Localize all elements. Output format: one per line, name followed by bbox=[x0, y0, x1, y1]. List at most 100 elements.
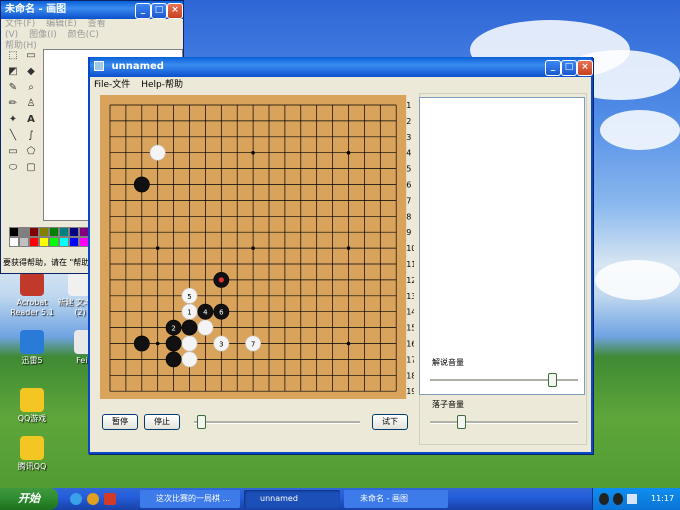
black-stone bbox=[181, 319, 198, 336]
tray-qq-icon[interactable] bbox=[599, 493, 609, 505]
maximize-button[interactable]: □ bbox=[151, 3, 167, 19]
quicklaunch-adobe-icon[interactable] bbox=[104, 493, 116, 505]
system-tray: 11:17 bbox=[592, 488, 680, 510]
menu-file[interactable]: File-文件 bbox=[94, 80, 130, 90]
app-titlebar[interactable]: unnamed _ □ × bbox=[90, 57, 593, 77]
desktop-icon-image bbox=[20, 436, 44, 460]
star-point bbox=[155, 341, 160, 346]
row-label: 2 bbox=[406, 117, 411, 126]
airbrush-icon[interactable]: ✦ bbox=[5, 113, 21, 127]
palette-swatch[interactable] bbox=[49, 227, 59, 237]
menu-help[interactable]: Help-帮助 bbox=[141, 80, 183, 90]
palette-swatch[interactable] bbox=[59, 227, 69, 237]
close-button[interactable]: × bbox=[577, 60, 593, 76]
rounded-rect-icon[interactable]: ▢ bbox=[23, 161, 39, 175]
clock: 11:17 bbox=[651, 494, 675, 503]
commentary-box[interactable] bbox=[419, 97, 585, 395]
row-label: 14 bbox=[406, 308, 414, 317]
stone-number: 3 bbox=[219, 341, 223, 349]
stop-button[interactable]: 停止 bbox=[144, 414, 180, 430]
desktop-icon-label: QQ游戏 bbox=[17, 414, 47, 423]
stone-number: 5 bbox=[187, 293, 191, 301]
rect-select-icon[interactable]: ▭ bbox=[23, 49, 39, 63]
palette-swatch[interactable] bbox=[59, 237, 69, 247]
menu-image[interactable]: 图像(I) bbox=[29, 30, 57, 40]
desktop-icon-label: 腾讯QQ bbox=[17, 462, 47, 471]
stone-volume-slider[interactable] bbox=[456, 415, 466, 429]
desktop-icon-image bbox=[20, 330, 44, 354]
rectangle-icon[interactable]: ▭ bbox=[5, 145, 21, 159]
go-app-window[interactable]: unnamed _ □ × File-文件 Help-帮助 1234567891… bbox=[88, 57, 593, 454]
start-button[interactable]: 开始 bbox=[0, 488, 58, 510]
minimize-button[interactable]: _ bbox=[135, 3, 151, 19]
line-icon[interactable]: ╲ bbox=[5, 129, 21, 143]
last-move-marker bbox=[218, 277, 224, 283]
palette-swatch[interactable] bbox=[9, 237, 19, 247]
minimize-button[interactable]: _ bbox=[545, 60, 561, 76]
palette-swatch[interactable] bbox=[9, 227, 19, 237]
text-icon[interactable]: A bbox=[23, 113, 39, 127]
black-stone bbox=[165, 351, 182, 368]
comment-volume-slider[interactable] bbox=[548, 373, 558, 387]
progress-slider[interactable] bbox=[197, 415, 207, 429]
tray-network-icon[interactable] bbox=[627, 494, 637, 504]
paint-toolbox: ⬚ ▭ ◩ ◆ ✎ ⌕ ✏ ♙ ✦ A ╲ ∫ ▭ ⬠ ⬭ ▢ bbox=[5, 49, 39, 219]
ellipse-icon[interactable]: ⬭ bbox=[5, 161, 21, 175]
pencil-icon[interactable]: ✏ bbox=[5, 97, 21, 111]
task-unnamed[interactable]: unnamed bbox=[244, 490, 340, 508]
row-label: 15 bbox=[406, 324, 414, 333]
fill-icon[interactable]: ◆ bbox=[23, 65, 39, 79]
row-label: 19 bbox=[406, 387, 414, 396]
palette-swatch[interactable] bbox=[39, 227, 49, 237]
tray-qq-icon[interactable] bbox=[613, 493, 623, 505]
palette-swatch[interactable] bbox=[49, 237, 59, 247]
polygon-icon[interactable]: ⬠ bbox=[23, 145, 39, 159]
free-select-icon[interactable]: ⬚ bbox=[5, 49, 21, 63]
desktop-icon[interactable]: 腾讯QQ bbox=[4, 436, 60, 472]
star-point bbox=[251, 150, 255, 155]
desktop-icon[interactable]: 迅雷5 bbox=[4, 330, 60, 366]
row-label: 6 bbox=[406, 181, 411, 190]
curve-icon[interactable]: ∫ bbox=[23, 129, 39, 143]
white-stone bbox=[181, 351, 198, 368]
paint-titlebar[interactable]: 未命名 - 画图 _ □ × bbox=[1, 1, 183, 19]
row-label: 4 bbox=[406, 149, 411, 158]
palette-swatch[interactable] bbox=[69, 237, 79, 247]
try-button[interactable]: 试下 bbox=[372, 414, 408, 430]
row-label: 10 bbox=[406, 244, 414, 253]
menu-colors[interactable]: 颜色(C) bbox=[68, 30, 99, 40]
magnifier-icon[interactable]: ⌕ bbox=[23, 81, 39, 95]
star-point bbox=[346, 341, 351, 346]
quicklaunch-media-icon[interactable] bbox=[87, 493, 99, 505]
stone-number: 4 bbox=[203, 309, 208, 317]
picker-icon[interactable]: ✎ bbox=[5, 81, 21, 95]
progress-track bbox=[194, 421, 360, 424]
cloud bbox=[600, 110, 680, 150]
quicklaunch-ie-icon[interactable] bbox=[70, 493, 82, 505]
task-browser[interactable]: 这次比赛的一局棋 ... bbox=[140, 490, 240, 508]
menu-edit[interactable]: 编辑(E) bbox=[46, 19, 77, 29]
black-stone bbox=[133, 335, 150, 352]
task-paint[interactable]: 未命名 - 画图 bbox=[344, 490, 448, 508]
go-board[interactable]: 12345678910111213141516171819ABCDEFGHJKL… bbox=[100, 95, 414, 399]
palette-swatch[interactable] bbox=[19, 227, 29, 237]
palette-swatch[interactable] bbox=[69, 227, 79, 237]
maximize-button[interactable]: □ bbox=[561, 60, 577, 76]
row-label: 16 bbox=[406, 340, 414, 349]
palette-swatch[interactable] bbox=[19, 237, 29, 247]
palette-swatch[interactable] bbox=[29, 227, 39, 237]
row-label: 9 bbox=[406, 228, 411, 237]
eraser-icon[interactable]: ◩ bbox=[5, 65, 21, 79]
close-button[interactable]: × bbox=[167, 3, 183, 19]
app-title: unnamed bbox=[111, 61, 164, 72]
star-point bbox=[346, 246, 351, 250]
brush-icon[interactable]: ♙ bbox=[23, 97, 39, 111]
start-label: 开始 bbox=[18, 492, 40, 505]
palette-swatch[interactable] bbox=[29, 237, 39, 247]
pause-button[interactable]: 暂停 bbox=[102, 414, 138, 430]
menu-file[interactable]: 文件(F) bbox=[5, 19, 35, 29]
palette-swatch[interactable] bbox=[39, 237, 49, 247]
row-label: 5 bbox=[406, 165, 411, 174]
desktop-icon[interactable]: QQ游戏 bbox=[4, 388, 60, 424]
row-label: 17 bbox=[406, 355, 414, 364]
